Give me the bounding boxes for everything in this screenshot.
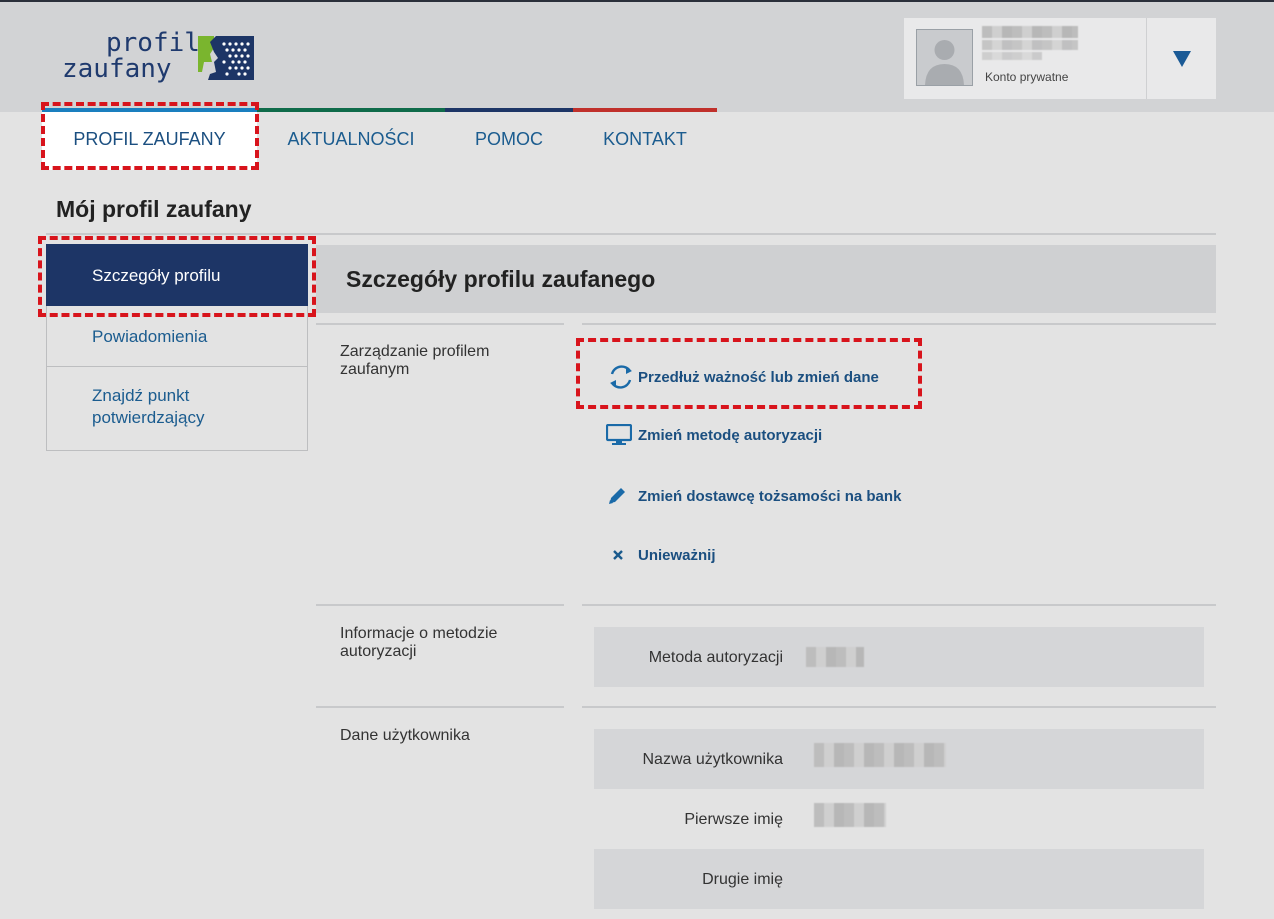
page-title: Mój profil zaufany bbox=[56, 196, 252, 222]
field-value-redacted bbox=[806, 647, 864, 667]
section-label-manage: Zarządzanie profilem zaufanym bbox=[340, 343, 490, 378]
field-second-name: Drugie imię bbox=[594, 849, 1204, 909]
link-label: Unieważnij bbox=[638, 546, 716, 564]
link-label: Zmień metodę autoryzacji bbox=[638, 426, 823, 444]
field-value-redacted bbox=[814, 803, 886, 827]
user-silhouette-icon bbox=[925, 40, 964, 85]
header: profil zaufany Konto prywatne bbox=[0, 2, 1274, 112]
sidebar-item-label: Szczegóły profilu bbox=[92, 266, 221, 285]
nav-color-bar bbox=[573, 108, 717, 112]
field-label: Drugie imię bbox=[702, 871, 783, 888]
avatar bbox=[916, 29, 973, 86]
sidebar-item-label: Znajdź punkt potwierdzający bbox=[92, 386, 205, 427]
logo-line-2: zaufany bbox=[62, 54, 172, 84]
account-type: Konto prywatne bbox=[985, 70, 1069, 84]
change-identity-provider-link[interactable]: Zmień dostawcę tożsamości na bank bbox=[606, 485, 901, 507]
field-first-name: Pierwsze imię bbox=[594, 789, 1204, 849]
link-label: Przedłuż ważność lub zmień dane bbox=[638, 368, 879, 386]
close-icon bbox=[606, 546, 638, 564]
field-auth-method: Metoda autoryzacji bbox=[594, 627, 1204, 687]
nav-item-profil-zaufany[interactable]: PROFIL ZAUFANY bbox=[42, 108, 257, 170]
section-divider bbox=[316, 323, 564, 325]
field-label: Metoda autoryzacji bbox=[648, 649, 783, 666]
extend-or-change-link[interactable]: Przedłuż ważność lub zmień dane bbox=[606, 362, 879, 392]
revoke-link[interactable]: Unieważnij bbox=[606, 546, 716, 564]
monitor-icon bbox=[606, 424, 638, 446]
change-auth-method-link[interactable]: Zmień metodę autoryzacji bbox=[606, 424, 822, 446]
section-label-user: Dane użytkownika bbox=[340, 727, 470, 744]
section-divider bbox=[316, 706, 564, 708]
logo-mark-icon bbox=[198, 36, 254, 80]
section-label-auth: Informacje o metodzie autoryzacji bbox=[340, 625, 498, 660]
section-divider bbox=[316, 604, 564, 606]
logo-text: profil zaufany bbox=[62, 30, 200, 82]
account-name-redacted bbox=[982, 26, 1078, 38]
sidebar-item-find-point[interactable]: Znajdź punkt potwierdzający bbox=[46, 367, 308, 451]
nav-item-pomoc[interactable]: POMOC bbox=[445, 108, 573, 170]
sidebar: Szczegóły profilu Powiadomienia Znajdź p… bbox=[46, 244, 308, 451]
field-value-redacted bbox=[814, 743, 946, 767]
nav-item-aktualnosci[interactable]: AKTUALNOŚCI bbox=[257, 108, 445, 170]
section-divider bbox=[582, 604, 1216, 606]
logo[interactable]: profil zaufany bbox=[62, 30, 262, 90]
refresh-icon bbox=[606, 362, 638, 392]
content-header: Szczegóły profilu zaufanego bbox=[316, 245, 1216, 313]
nav-color-bar bbox=[42, 108, 257, 112]
account-panel[interactable]: Konto prywatne bbox=[904, 18, 1216, 99]
nav-item-kontakt[interactable]: KONTAKT bbox=[573, 108, 717, 170]
logo-line-1: profil bbox=[106, 28, 200, 58]
nav-color-bar bbox=[257, 108, 445, 112]
page-title-divider bbox=[46, 233, 1216, 235]
section-divider bbox=[582, 323, 1216, 325]
sidebar-item-notifications[interactable]: Powiadomienia bbox=[46, 306, 308, 367]
field-label: Nazwa użytkownika bbox=[642, 751, 784, 768]
section-divider bbox=[582, 706, 1216, 708]
nav-item-label: KONTAKT bbox=[603, 128, 687, 149]
pencil-icon bbox=[606, 485, 638, 507]
sidebar-item-profile-details[interactable]: Szczegóły profilu bbox=[46, 244, 308, 306]
nav-color-bar bbox=[445, 108, 573, 112]
sidebar-item-label: Powiadomienia bbox=[92, 327, 208, 346]
nav-item-label: AKTUALNOŚCI bbox=[287, 128, 415, 149]
main-nav: PROFIL ZAUFANY AKTUALNOŚCI POMOC KONTAKT bbox=[42, 108, 717, 170]
account-menu-toggle[interactable] bbox=[1147, 18, 1216, 99]
field-username: Nazwa użytkownika bbox=[594, 729, 1204, 789]
account-name-redacted bbox=[982, 52, 1042, 60]
nav-item-label: POMOC bbox=[474, 128, 543, 149]
link-label: Zmień dostawcę tożsamości na bank bbox=[638, 487, 902, 505]
triangle-down-icon bbox=[1172, 50, 1191, 67]
content-title: Szczegóły profilu zaufanego bbox=[346, 266, 656, 292]
field-label: Pierwsze imię bbox=[684, 811, 783, 828]
nav-item-label: PROFIL ZAUFANY bbox=[73, 128, 226, 149]
account-name-redacted bbox=[982, 40, 1078, 50]
